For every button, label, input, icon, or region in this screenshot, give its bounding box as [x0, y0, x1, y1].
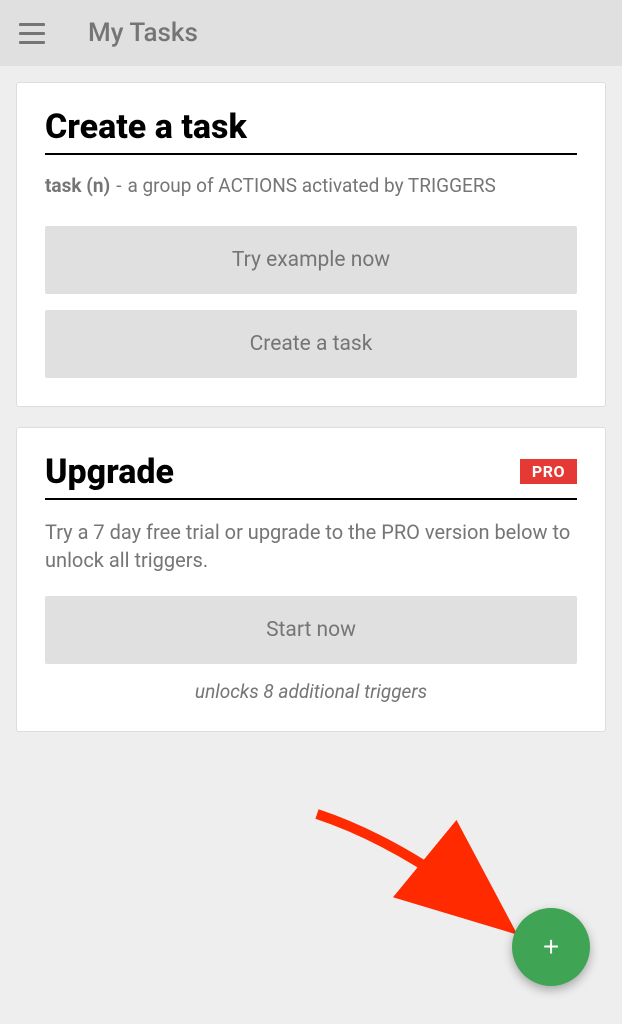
add-task-fab[interactable]: + — [512, 908, 590, 986]
try-example-button[interactable]: Try example now — [45, 226, 577, 294]
arrow-annotation-icon — [307, 804, 527, 944]
definition-text: a group of ACTIONS activated by TRIGGERS — [127, 173, 495, 200]
upgrade-description: Try a 7 day free trial or upgrade to the… — [45, 518, 577, 574]
content-area: Create a task task (n) - a group of ACTI… — [0, 66, 622, 768]
definition-term: task (n) — [45, 173, 110, 200]
upgrade-card: Upgrade PRO Try a 7 day free trial or up… — [16, 427, 606, 732]
create-task-button[interactable]: Create a task — [45, 310, 577, 378]
create-task-card: Create a task task (n) - a group of ACTI… — [16, 82, 606, 407]
task-definition: task (n) - a group of ACTIONS activated … — [45, 173, 577, 200]
create-task-title: Create a task — [45, 107, 247, 147]
hamburger-menu-icon[interactable] — [12, 13, 52, 53]
plus-icon: + — [543, 933, 559, 961]
pro-badge: PRO — [520, 459, 577, 484]
start-now-button[interactable]: Start now — [45, 596, 577, 664]
upgrade-title: Upgrade — [45, 452, 174, 492]
page-title: My Tasks — [88, 18, 198, 48]
definition-dash: - — [116, 173, 121, 200]
upgrade-note: unlocks 8 additional triggers — [45, 680, 577, 703]
app-header: My Tasks — [0, 0, 622, 66]
